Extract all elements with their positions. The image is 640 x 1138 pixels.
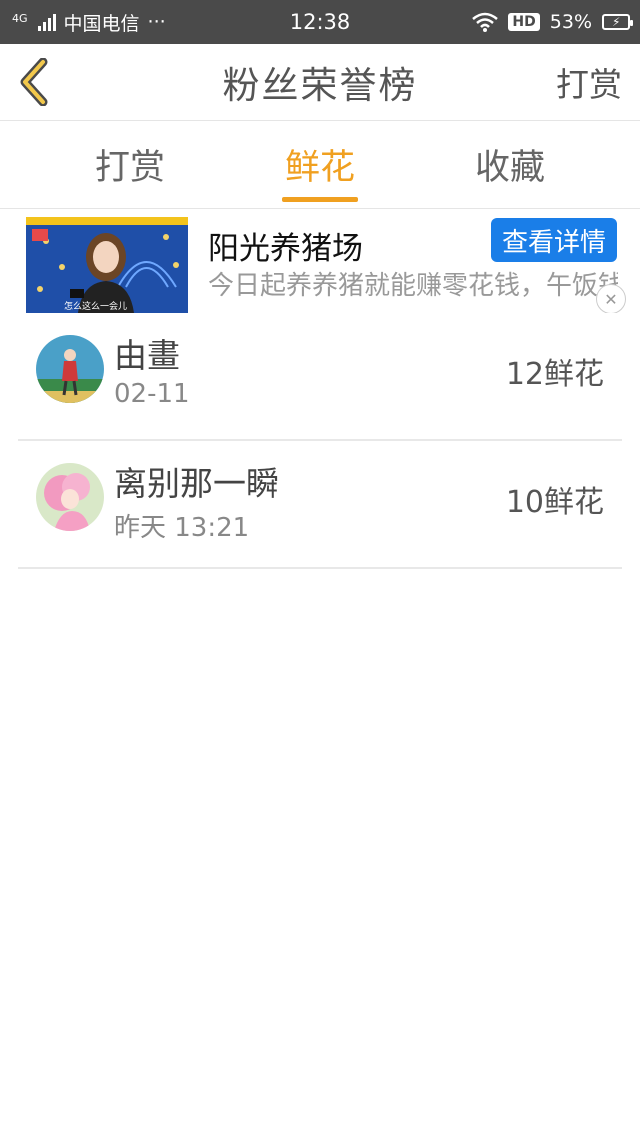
active-tab-indicator [282, 197, 358, 202]
ad-thumb-caption: 怎么这么一会儿 [64, 300, 127, 312]
tab-flowers[interactable]: 鲜花 [230, 121, 410, 208]
app-header: 粉丝荣誉榜 打赏 [0, 44, 640, 121]
user-name: 由畫 [114, 336, 180, 375]
carrier-name: 中国电信 [63, 12, 140, 35]
status-right: HD 53% ⚡ [472, 0, 633, 44]
clock: 12:38 [289, 10, 351, 34]
reward-button[interactable]: 打赏 [556, 44, 622, 120]
user-name: 离别那一瞬 [114, 464, 279, 503]
back-button[interactable] [14, 56, 54, 108]
ranking-list: 由畫 02-11 12鲜花 离别那一瞬 昨天 13:21 10鲜花 [0, 313, 640, 569]
list-item[interactable]: 由畫 02-11 12鲜花 [0, 313, 640, 441]
gift-date: 02-11 [114, 379, 190, 409]
list-item[interactable]: 离别那一瞬 昨天 13:21 10鲜花 [0, 441, 640, 569]
battery-icon: ⚡ [602, 14, 633, 30]
more-indicator: ··· [147, 11, 166, 33]
divider [18, 567, 622, 569]
wifi-icon [472, 12, 499, 32]
tab-label: 打赏 [94, 148, 165, 188]
tab-bar: 打赏 鲜花 收藏 [0, 121, 640, 209]
ad-thumbnail[interactable]: 怎么这么一会儿 [26, 217, 188, 313]
status-bar: 4G 中国电信 ··· 12:38 HD 53% ⚡ [0, 0, 640, 44]
tab-label: 收藏 [474, 148, 545, 188]
tab-favorites[interactable]: 收藏 [420, 121, 600, 208]
flower-count: 12鲜花 [505, 357, 604, 392]
ad-description: 今日起养养猪就能赚零花钱，午饭钱轻轻松松就有啦 [208, 271, 618, 301]
gift-date: 昨天 13:21 [114, 513, 250, 543]
status-left: 4G 中国电信 ··· [12, 0, 166, 44]
signal-icon [37, 13, 56, 31]
close-icon[interactable]: ✕ [596, 284, 626, 313]
ad-banner[interactable]: 怎么这么一会儿 阳光养猪场 查看详情 今日起养养猪就能赚零花钱，午饭钱轻轻松松就… [0, 209, 640, 313]
network-type: 4G [12, 11, 28, 25]
view-details-button[interactable]: 查看详情 [491, 218, 617, 262]
back-chevron-icon [20, 58, 48, 106]
tab-reward[interactable]: 打赏 [40, 121, 220, 208]
page-title: 粉丝荣誉榜 [222, 64, 418, 107]
battery-percent: 53% [549, 11, 592, 33]
ad-title: 阳光养猪场 [208, 231, 363, 267]
hd-badge: HD [508, 13, 540, 31]
avatar[interactable] [36, 463, 104, 531]
flower-count: 10鲜花 [505, 485, 604, 520]
avatar[interactable] [36, 335, 104, 403]
tab-label: 鲜花 [284, 148, 355, 188]
ad-thumbnail-image: 怎么这么一会儿 [26, 217, 188, 313]
